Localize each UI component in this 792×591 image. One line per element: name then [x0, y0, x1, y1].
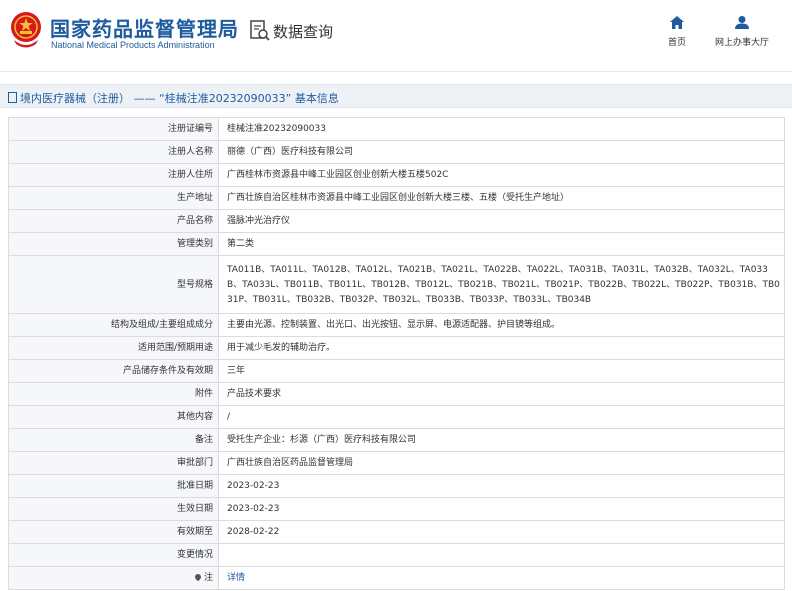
field-value: [218, 543, 785, 567]
org-name-en: National Medical Products Administration: [51, 40, 215, 50]
field-value: /: [218, 405, 785, 429]
table-row: 结构及组成/主要组成成分 主要由光源、控制装置、出光口、出光按钮、显示屏、电源适配…: [8, 313, 785, 337]
field-label: 注册人名称: [8, 140, 219, 164]
section-title: 数据查询: [273, 23, 334, 41]
field-value: 广西壮族自治区药品监督管理局: [218, 451, 785, 475]
table-row: 注册人住所 广西桂林市资源县中峰工业园区创业创新大楼五楼502C: [8, 163, 785, 187]
table-row: 管理类别 第二类: [8, 232, 785, 256]
field-label: 管理类别: [8, 232, 219, 256]
field-value: TA011B、TA011L、TA012B、TA012L、TA021B、TA021…: [218, 255, 785, 314]
nav-online-hall[interactable]: 网上办事大厅: [712, 16, 772, 48]
field-label: 注册人住所: [8, 163, 219, 187]
field-value: 主要由光源、控制装置、出光口、出光按钮、显示屏、电源适配器、护目镜等组成。: [218, 313, 785, 337]
field-value: 第二类: [218, 232, 785, 256]
field-label: 产品名称: [8, 209, 219, 233]
field-label: 注: [203, 573, 213, 583]
table-row: 生产地址 广西壮族自治区桂林市资源县中峰工业园区创业创新大楼三楼、五楼（受托生产地…: [8, 186, 785, 210]
field-label: 审批部门: [8, 451, 219, 475]
table-row: 附件 产品技术要求: [8, 382, 785, 406]
table-row: 有效期至 2028-02-22: [8, 520, 785, 544]
table-row: 生效日期 2023-02-23: [8, 497, 785, 521]
field-value: 强脉冲光治疗仪: [218, 209, 785, 233]
table-row: 注 详情: [8, 566, 785, 590]
field-value: 广西桂林市资源县中峰工业园区创业创新大楼五楼502C: [218, 163, 785, 187]
details-link[interactable]: 详情: [227, 573, 245, 583]
table-row: 型号规格 TA011B、TA011L、TA012B、TA012L、TA021B、T…: [8, 255, 785, 314]
table-row: 产品储存条件及有效期 三年: [8, 359, 785, 383]
field-label: 变更情况: [8, 543, 219, 567]
search-document-icon: [250, 20, 270, 41]
field-value: 用于减少毛发的辅助治疗。: [218, 336, 785, 360]
field-label: 适用范围/预期用途: [8, 336, 219, 360]
table-row: 变更情况: [8, 543, 785, 567]
national-emblem-icon: [11, 12, 41, 48]
table-row: 注册证编号 桂械注准20232090033: [8, 117, 785, 141]
document-icon: [8, 92, 17, 103]
field-label: 附件: [8, 382, 219, 406]
field-value: 受托生产企业：杉源（广西）医疗科技有限公司: [218, 428, 785, 452]
table-row: 其他内容 /: [8, 405, 785, 429]
table-row: 产品名称 强脉冲光治疗仪: [8, 209, 785, 233]
field-label: 结构及组成/主要组成成分: [8, 313, 219, 337]
field-label: 备注: [8, 428, 219, 452]
table-row: 批准日期 2023-02-23: [8, 474, 785, 498]
nav-home[interactable]: 首页: [663, 16, 691, 48]
table-row: 审批部门 广西壮族自治区药品监督管理局: [8, 451, 785, 475]
pin-icon: [193, 572, 203, 582]
field-value: 丽德（广西）医疗科技有限公司: [218, 140, 785, 164]
field-label: 生产地址: [8, 186, 219, 210]
field-value: 产品技术要求: [218, 382, 785, 406]
field-label: 生效日期: [8, 497, 219, 521]
nav-home-label: 首页: [667, 38, 686, 48]
table-row: 备注 受托生产企业：杉源（广西）医疗科技有限公司: [8, 428, 785, 452]
breadcrumb-text: 境内医疗器械（注册） —— “桂械注准20232090033” 基本信息: [20, 92, 339, 105]
field-label: 产品储存条件及有效期: [8, 359, 219, 383]
nav-online-hall-label: 网上办事大厅: [714, 38, 769, 48]
field-label: 其他内容: [8, 405, 219, 429]
field-value: 2028-02-22: [218, 520, 785, 544]
breadcrumb: 境内医疗器械（注册） —— “桂械注准20232090033” 基本信息: [0, 84, 792, 108]
detail-table: 注册证编号 桂械注准20232090033 注册人名称 丽德（广西）医疗科技有限公司…: [8, 117, 785, 590]
field-value: 广西壮族自治区桂林市资源县中峰工业园区创业创新大楼三楼、五楼（受托生产地址）: [218, 186, 785, 210]
field-value: 桂械注准20232090033: [218, 117, 785, 141]
site-header: 国家药品监督管理局 National Medical Products Admi…: [0, 0, 792, 72]
field-label: 批准日期: [8, 474, 219, 498]
field-value: 2023-02-23: [218, 474, 785, 498]
table-row: 注册人名称 丽德（广西）医疗科技有限公司: [8, 140, 785, 164]
table-row: 适用范围/预期用途 用于减少毛发的辅助治疗。: [8, 336, 785, 360]
field-value: 三年: [218, 359, 785, 383]
org-name-cn: 国家药品监督管理局: [50, 17, 239, 41]
field-label: 型号规格: [8, 255, 219, 314]
field-value: 2023-02-23: [218, 497, 785, 521]
home-icon: [670, 16, 684, 29]
field-label: 注册证编号: [8, 117, 219, 141]
field-label: 有效期至: [8, 520, 219, 544]
user-icon: [735, 16, 749, 29]
